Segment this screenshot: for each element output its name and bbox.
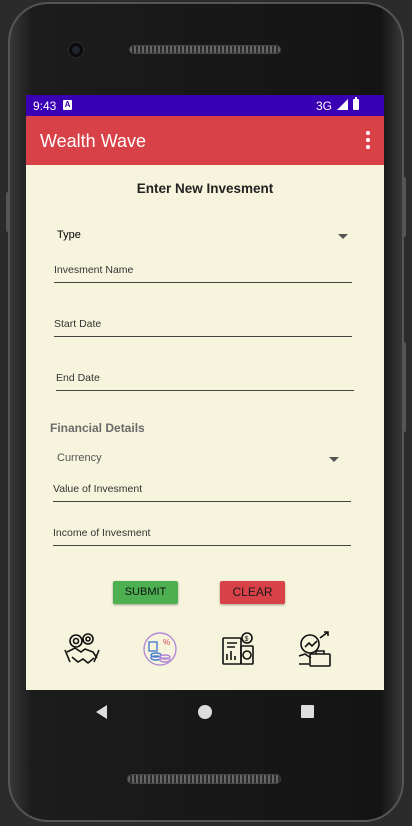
app-screen: 9:43 A 3G Wealth Wave Enter New Invesmen… xyxy=(26,95,384,690)
power-button xyxy=(6,192,10,232)
value-field[interactable]: Value of Invesment xyxy=(53,479,351,502)
financial-details-label: Financial Details xyxy=(50,421,145,435)
end-date-hint: End Date xyxy=(56,372,100,384)
svg-text:%: % xyxy=(163,638,170,647)
network-type: 3G xyxy=(316,99,333,113)
handshake-gears-icon[interactable] xyxy=(63,630,101,668)
start-date-field[interactable]: Start Date xyxy=(54,314,352,337)
value-hint: Value of Invesment xyxy=(53,483,143,495)
chevron-down-icon xyxy=(329,457,339,462)
submit-button[interactable]: SUBMIT xyxy=(113,581,178,604)
overflow-menu-icon[interactable] xyxy=(362,129,374,151)
bottom-speaker xyxy=(128,775,280,783)
form-title: Enter New Invesment xyxy=(136,181,274,196)
end-date-field[interactable]: End Date xyxy=(56,368,354,391)
svg-text:$: $ xyxy=(245,636,249,643)
back-icon[interactable] xyxy=(96,705,107,719)
investment-name-field[interactable]: Invesment Name xyxy=(54,260,352,283)
status-bar: 9:43 A 3G xyxy=(26,95,384,116)
recents-icon[interactable] xyxy=(301,705,314,718)
type-select-value: Type xyxy=(57,229,81,241)
top-speaker xyxy=(130,46,280,53)
system-nav-bar xyxy=(26,690,384,734)
income-hint: Income of Invesment xyxy=(53,527,151,539)
investment-name-hint: Invesment Name xyxy=(54,264,134,276)
clear-button[interactable]: CLEAR xyxy=(220,581,285,604)
app-bar: Wealth Wave xyxy=(26,116,384,165)
income-field[interactable]: Income of Invesment xyxy=(53,523,351,546)
status-time: 9:43 xyxy=(33,99,57,113)
volume-button xyxy=(402,177,406,237)
home-icon[interactable] xyxy=(198,705,212,719)
financial-report-icon[interactable]: $ xyxy=(219,630,257,668)
type-select[interactable]: Type xyxy=(57,225,348,247)
side-button xyxy=(402,342,406,432)
app-title: Wealth Wave xyxy=(40,131,147,151)
start-date-hint: Start Date xyxy=(54,318,102,330)
currency-select-value: Currency xyxy=(57,452,102,464)
currency-select[interactable]: Currency xyxy=(57,448,339,470)
percentage-coins-icon[interactable]: % xyxy=(141,630,179,668)
investment-growth-icon[interactable] xyxy=(296,630,334,668)
front-camera xyxy=(69,43,83,57)
notification-icon: A xyxy=(63,100,72,110)
signal-icon xyxy=(337,99,348,110)
chevron-down-icon xyxy=(338,234,348,239)
battery-icon xyxy=(353,97,359,110)
